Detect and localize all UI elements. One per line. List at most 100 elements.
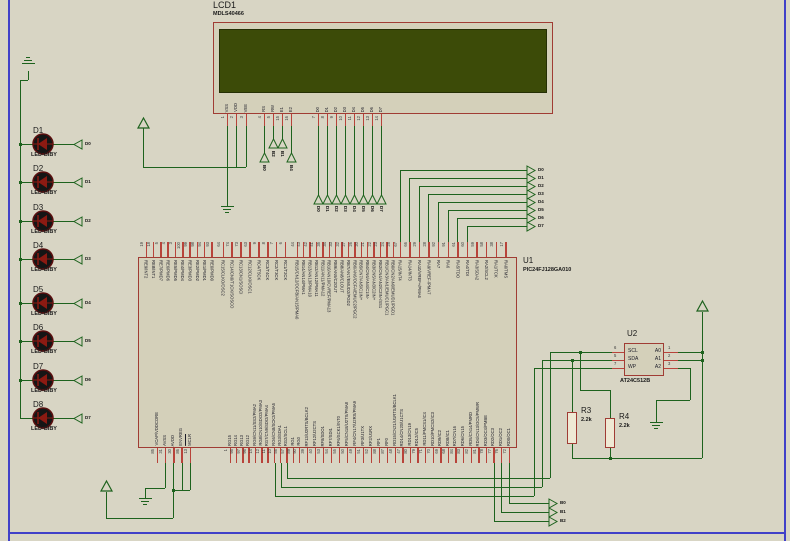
- input-terminal-icon[interactable]: [312, 193, 324, 205]
- output-terminal-icon[interactable]: [526, 220, 537, 232]
- u1-pin-name: RF0: [383, 438, 389, 446]
- mcu-data-terminal-label: D1: [538, 174, 544, 180]
- wire: [362, 126, 364, 195]
- wire: [533, 368, 535, 496]
- input-terminal-icon[interactable]: [357, 193, 369, 205]
- wire: [500, 463, 502, 512]
- u1-pin-number: 29: [412, 242, 418, 247]
- power-terminal-icon[interactable]: [136, 116, 150, 129]
- terminal-icon[interactable]: [72, 374, 83, 386]
- wire: [235, 126, 237, 167]
- wire: [579, 352, 581, 390]
- wire: [572, 457, 702, 459]
- output-terminal-icon[interactable]: [548, 515, 559, 527]
- terminal-icon[interactable]: [72, 176, 83, 188]
- u1-pin-number: 4: [160, 242, 166, 245]
- pin-stub: [275, 242, 278, 257]
- u1-pin-name: VCAP/VDDCORE: [153, 412, 159, 446]
- u1-pin-number: 64: [216, 242, 221, 247]
- led-terminal-label: D3: [85, 255, 91, 261]
- u1-pin-name: RG1: [289, 437, 295, 446]
- ground-icon: [24, 60, 32, 61]
- power-terminal-icon[interactable]: [99, 479, 113, 492]
- led-value: LED-BIBY: [31, 311, 57, 317]
- input-terminal-icon[interactable]: [267, 137, 279, 149]
- u1-pin-name: RD9/IC2: [437, 429, 443, 446]
- u1-pin-name: RF4/CN17/U2RX/PMA9: [351, 401, 357, 446]
- wire: [142, 128, 144, 167]
- lcd-pin-name: D6: [368, 106, 374, 112]
- wire: [326, 126, 328, 195]
- u1-pin-name: RD14/CN20/U1CTS: [399, 408, 405, 446]
- pin-stub: [272, 114, 274, 126]
- pin-stub: [466, 242, 469, 257]
- wire: [609, 390, 611, 418]
- u1-pin-number: 78: [479, 449, 485, 454]
- input-terminal-icon[interactable]: [330, 193, 342, 205]
- lcd-control-terminal-label: B4: [289, 165, 294, 171]
- terminal-icon[interactable]: [72, 215, 83, 227]
- wire: [275, 495, 534, 497]
- wire: [655, 400, 657, 422]
- r4-value: 2.2k: [619, 423, 630, 429]
- resistor-r4[interactable]: [605, 418, 615, 448]
- lcd-pin-name: E1: [278, 106, 284, 112]
- wire: [419, 185, 527, 187]
- wire: [353, 126, 355, 195]
- u1-pin-number: 25: [386, 242, 391, 247]
- lcd-pin-number: 9: [329, 116, 334, 119]
- led-terminal-label: D2: [85, 217, 91, 223]
- input-terminal-icon[interactable]: [339, 193, 351, 205]
- u1-pin-number: 10: [267, 449, 273, 454]
- u1-pin-name: RD13/CN19: [406, 423, 412, 446]
- u1-pin-number: 52: [364, 449, 369, 454]
- input-terminal-icon[interactable]: [285, 151, 297, 163]
- terminal-icon[interactable]: [72, 335, 83, 347]
- wire: [409, 177, 527, 179]
- u1-pin-name: RC2/T3CK: [274, 259, 280, 280]
- input-terminal-icon[interactable]: [321, 193, 333, 205]
- input-terminal-icon[interactable]: [366, 193, 378, 205]
- led-terminal-label: D0: [85, 140, 91, 146]
- u1-pin-name: RG2/SCL1: [283, 425, 289, 446]
- u1-pin-name: RB4/CN6/AN4/C1IN-: [365, 259, 371, 299]
- wire: [380, 126, 382, 195]
- input-terminal-icon[interactable]: [348, 193, 360, 205]
- resistor-r3[interactable]: [567, 412, 577, 444]
- wire: [457, 218, 459, 242]
- u1-pin-name: RB8/AN8/C1OUT: [339, 259, 345, 293]
- wire: [105, 492, 107, 518]
- wire: [287, 477, 550, 479]
- lcd-control-terminal-label: B1: [280, 151, 285, 157]
- mcu-data-terminal-label: D2: [538, 182, 544, 188]
- wire: [541, 360, 543, 487]
- pin-stub: [409, 242, 411, 257]
- u1-pin-name: AVDD: [170, 434, 176, 446]
- input-terminal-icon[interactable]: [375, 193, 387, 205]
- input-terminal-icon[interactable]: [258, 151, 270, 163]
- pin-stub: [437, 242, 440, 257]
- power-terminal-icon[interactable]: [695, 299, 709, 312]
- u1-pin-number: 33: [328, 242, 334, 247]
- pin-stub: [428, 242, 430, 257]
- pin-stub: [249, 242, 251, 257]
- u1-pin-number: 23: [373, 242, 379, 247]
- mcu-data-terminal-label: D5: [538, 206, 544, 212]
- terminal-icon[interactable]: [72, 412, 83, 424]
- terminal-icon[interactable]: [72, 253, 83, 265]
- wire: [280, 463, 282, 487]
- wire: [534, 367, 612, 369]
- u1-pin-name: RA10/VREF+/PMA6: [416, 259, 422, 298]
- wire: [400, 169, 527, 171]
- output-terminal-icon[interactable]: [548, 506, 559, 518]
- input-terminal-icon[interactable]: [276, 137, 288, 149]
- terminal-icon[interactable]: [72, 297, 83, 309]
- u1-pin-name: RD11/PMCS1/IC4: [421, 412, 427, 446]
- u1-pin-name: RG3/SDA1: [276, 425, 282, 446]
- u1-pin-name: RB6/AN6/OCFA/EMUC2/PGC2: [352, 259, 358, 318]
- output-terminal-icon[interactable]: [548, 497, 559, 509]
- u1-pin-name: RC4/T5CK: [256, 259, 262, 280]
- terminal-icon[interactable]: [72, 138, 83, 150]
- u1-pin-name: ENVREG: [178, 428, 184, 446]
- u2-ref: U2: [627, 329, 638, 338]
